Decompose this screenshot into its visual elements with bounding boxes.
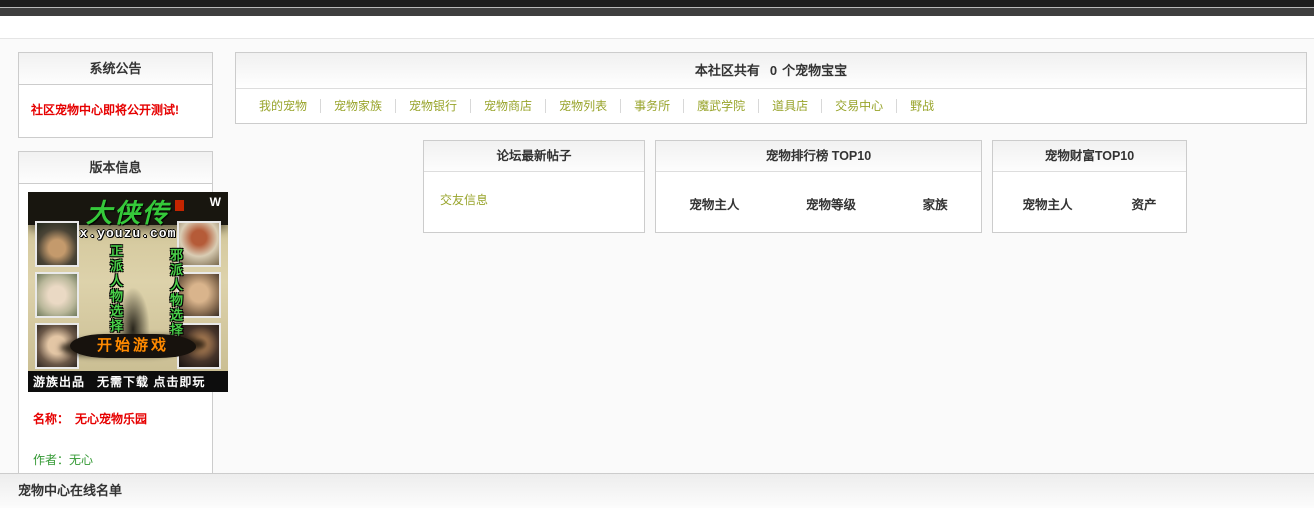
nav-item: 事务所 — [621, 99, 685, 113]
latest-posts-panel: 论坛最新帖子 交友信息 — [423, 140, 645, 233]
plugin-name-line: 名称： 无心宠物乐园 — [33, 410, 212, 427]
top-navbar-row1 — [0, 0, 1314, 8]
ad-publisher-label: 游族出品 — [33, 375, 86, 389]
nav-item: 交易中心 — [822, 99, 898, 113]
nav-item: 宠物银行 — [396, 99, 472, 113]
wealth-col-assets: 资产 — [1131, 198, 1157, 212]
nav-item: 魔武学院 — [684, 99, 760, 113]
plugin-author-label: 作者： — [33, 453, 70, 467]
nav-item: 宠物家族 — [321, 99, 397, 113]
version-box: 版本信息 大侠传 W x.youzu.com 正派人物选择 邪派人物选择 开始游… — [18, 151, 228, 487]
pet-ranking-columns: 宠物主人 宠物等级 家族 — [656, 172, 981, 232]
community-stats-bar: 本社区共有 0 个宠物宝宝 — [236, 53, 1306, 89]
nav-pet-list[interactable]: 宠物列表 — [559, 99, 607, 113]
nav-trade-center[interactable]: 交易中心 — [835, 99, 883, 113]
nav-pet-shop[interactable]: 宠物商店 — [484, 99, 532, 113]
portrait-good-2 — [35, 272, 79, 318]
top-navbar-row2 — [0, 8, 1314, 16]
pet-count: 0 — [769, 63, 778, 78]
pet-wealth-title: 宠物财富TOP10 — [993, 141, 1186, 172]
main-content: 本社区共有 0 个宠物宝宝 我的宠物 宠物家族 宠物银行 宠物商店 宠物列表 事务所… — [235, 52, 1307, 233]
latest-post-link[interactable]: 交友信息 — [440, 191, 488, 208]
stats-suffix: 个宠物宝宝 — [782, 63, 848, 78]
ranking-col-level: 宠物等级 — [805, 198, 856, 212]
stats-prefix: 本社区共有 — [694, 63, 760, 78]
announcement-title: 系统公告 — [19, 53, 212, 85]
version-body: 大侠传 W x.youzu.com 正派人物选择 邪派人物选择 开始游戏 游族出… — [19, 184, 228, 486]
ad-site-url: x.youzu.com — [79, 226, 177, 241]
pet-ranking-panel: 宠物排行榜 TOP10 宠物主人 宠物等级 家族 — [655, 140, 982, 233]
nav-my-pets[interactable]: 我的宠物 — [259, 99, 307, 113]
plugin-author-line: 作者：无心 — [33, 451, 212, 468]
main-top-box: 本社区共有 0 个宠物宝宝 我的宠物 宠物家族 宠物银行 宠物商店 宠物列表 事务所… — [235, 52, 1307, 124]
plugin-name-value: 无心宠物乐园 — [75, 412, 148, 426]
version-title: 版本信息 — [19, 152, 212, 184]
sidebar: 系统公告 社区宠物中心即将公开测试! 版本信息 大侠传 W x.youzu.co… — [18, 52, 228, 487]
ad-footer-bar: 游族出品 无需下载 点击即玩 — [28, 371, 228, 392]
ranking-col-family: 家族 — [922, 198, 948, 212]
nav-item: 宠物商店 — [471, 99, 547, 113]
page-layout: 系统公告 社区宠物中心即将公开测试! 版本信息 大侠传 W x.youzu.co… — [0, 39, 1314, 487]
wealth-col-owner: 宠物主人 — [1022, 198, 1073, 212]
nav-item-store[interactable]: 道具店 — [772, 99, 808, 113]
ad-evil-label: 邪派人物选择 — [168, 248, 183, 338]
pet-wealth-panel: 宠物财富TOP10 宠物主人 资产 — [992, 140, 1187, 233]
flash-w-mark: W — [209, 195, 221, 209]
pet-wealth-columns: 宠物主人 资产 — [993, 172, 1186, 232]
nav-pet-bank[interactable]: 宠物银行 — [409, 99, 457, 113]
nav-wild-battle[interactable]: 野战 — [910, 99, 934, 113]
ranking-col-owner: 宠物主人 — [689, 198, 740, 212]
game-ad-banner[interactable]: 大侠传 W x.youzu.com 正派人物选择 邪派人物选择 开始游戏 游族出… — [28, 192, 228, 392]
nav-magic-academy[interactable]: 魔武学院 — [697, 99, 745, 113]
pet-ranking-title: 宠物排行榜 TOP10 — [656, 141, 981, 172]
nav-item: 我的宠物 — [246, 99, 322, 113]
nav-item: 宠物列表 — [546, 99, 622, 113]
announcement-box: 系统公告 社区宠物中心即将公开测试! — [18, 52, 213, 138]
panels-row: 论坛最新帖子 交友信息 宠物排行榜 TOP10 宠物主人 宠物等级 家族 宠物财… — [423, 140, 1307, 233]
nav-item: 道具店 — [759, 99, 823, 113]
nav-item: 野战 — [897, 99, 947, 113]
plugin-author-value: 无心 — [69, 453, 94, 467]
online-list-bar: 宠物中心在线名单 — [0, 473, 1314, 508]
pet-center-page: 系统公告 社区宠物中心即将公开测试! 版本信息 大侠传 W x.youzu.co… — [0, 38, 1314, 508]
ad-slogan-label: 无需下载 点击即玩 — [97, 375, 206, 389]
ad-start-game-button[interactable]: 开始游戏 — [70, 334, 197, 358]
announcement-text: 社区宠物中心即将公开测试! — [31, 103, 179, 117]
ad-game-title: 大侠传 — [85, 199, 171, 228]
ad-good-label: 正派人物选择 — [108, 244, 123, 334]
ad-seal-icon — [175, 200, 184, 211]
nav-pet-family[interactable]: 宠物家族 — [334, 99, 382, 113]
latest-posts-title: 论坛最新帖子 — [424, 141, 644, 172]
online-list-title: 宠物中心在线名单 — [18, 483, 123, 498]
pet-nav: 我的宠物 宠物家族 宠物银行 宠物商店 宠物列表 事务所 魔武学院 道具店 交易… — [236, 89, 1306, 123]
nav-agency[interactable]: 事务所 — [634, 99, 670, 113]
plugin-name-label: 名称： — [33, 412, 70, 426]
latest-posts-body: 交友信息 — [424, 172, 644, 232]
